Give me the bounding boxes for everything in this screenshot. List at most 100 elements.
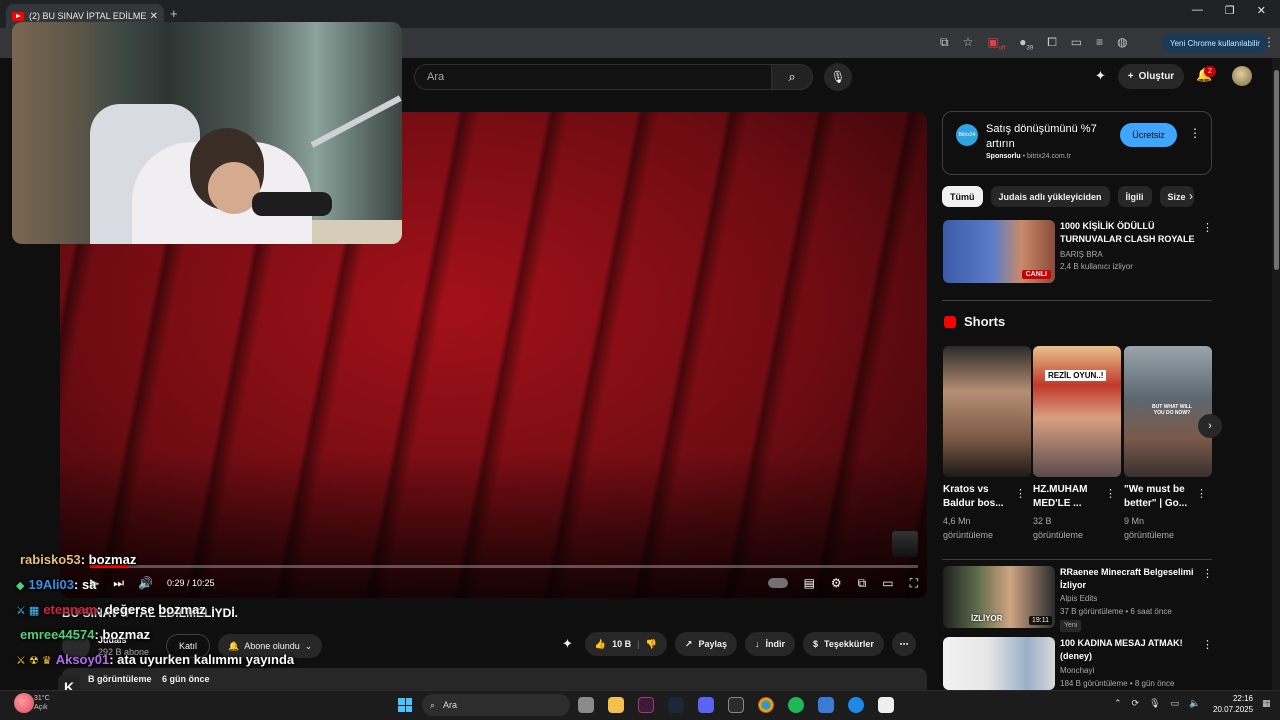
taskbar-search[interactable]: ⌕ Ara bbox=[422, 694, 570, 716]
notification-icon[interactable]: ▦ bbox=[1262, 698, 1271, 709]
scrollbar-thumb[interactable] bbox=[1274, 70, 1279, 270]
gear-icon[interactable]: ⚙ bbox=[831, 576, 842, 590]
description-box[interactable]: B görüntüleme 6 gün önce bbox=[62, 668, 927, 690]
discord-icon[interactable] bbox=[698, 697, 714, 713]
taskbar-clock[interactable]: 22:16 20.07.2025 bbox=[1213, 693, 1253, 715]
video-title[interactable]: RRaenee Minecraft Belgeselimi İzliyor bbox=[1060, 566, 1200, 592]
create-button[interactable]: + Oluştur bbox=[1118, 64, 1184, 89]
more-actions-button[interactable]: ⋯ bbox=[891, 632, 916, 656]
chat-user: 19Ali03 bbox=[28, 577, 75, 592]
video-channel[interactable]: BARIŞ BRA bbox=[1060, 249, 1103, 261]
short-title[interactable]: "We must be better" | Go... bbox=[1124, 483, 1198, 511]
extension-icon[interactable]: ▣off bbox=[987, 35, 1005, 51]
kebab-menu-icon[interactable]: ⋮ bbox=[1196, 487, 1207, 500]
chip-from-uploader[interactable]: Judais adlı yükleyiciden bbox=[990, 186, 1110, 207]
subtitles-icon[interactable]: ▤ bbox=[804, 576, 815, 590]
download-button[interactable]: ↓ İndir bbox=[744, 632, 795, 656]
video-channel[interactable]: Monchayi bbox=[1060, 665, 1094, 677]
kebab-menu-icon[interactable]: ⋮ bbox=[1105, 487, 1116, 500]
autoplay-toggle[interactable] bbox=[767, 578, 788, 588]
short-title[interactable]: HZ.MUHAM MED'LE ... bbox=[1033, 483, 1107, 511]
kebab-menu-icon[interactable]: ⋮ bbox=[1189, 126, 1201, 140]
chrome-icon[interactable] bbox=[758, 697, 774, 713]
maximize-button[interactable]: ❐ bbox=[1225, 4, 1235, 17]
shorts-next-button[interactable]: › bbox=[1198, 414, 1222, 438]
steam-icon[interactable] bbox=[668, 697, 684, 713]
chip-all[interactable]: Tümü bbox=[942, 186, 983, 207]
more-icon: ⋯ bbox=[899, 638, 909, 649]
ad-title[interactable]: Satış dönüşümünü %7 artırın bbox=[986, 122, 1106, 152]
kebab-menu-icon[interactable]: ⋮ bbox=[1263, 35, 1275, 49]
short-thumbnail[interactable]: REZİL OYUN..! bbox=[1033, 346, 1121, 477]
bookmark-star-icon[interactable]: ☆ bbox=[963, 35, 974, 51]
channel-watermark[interactable] bbox=[892, 531, 918, 557]
next-icon[interactable]: ⏭ bbox=[113, 576, 124, 591]
chevron-right-icon[interactable]: › bbox=[1189, 189, 1193, 203]
spark-icon[interactable]: ✦ bbox=[1095, 68, 1106, 84]
thumbs-down-icon[interactable]: 👎 bbox=[646, 639, 657, 650]
video-thumbnail[interactable]: İZLİYOR 19:11 bbox=[943, 566, 1055, 628]
chip-related[interactable]: İlgili bbox=[1117, 186, 1152, 207]
chevron-up-icon[interactable]: ⌃ bbox=[1114, 698, 1122, 709]
start-button[interactable] bbox=[398, 698, 412, 712]
miniplayer-icon[interactable]: ⧉ bbox=[858, 576, 867, 591]
chat-user: Aksoy01 bbox=[55, 652, 110, 667]
kebab-menu-icon[interactable]: ⋮ bbox=[1202, 221, 1213, 234]
spark-icon[interactable]: ✦ bbox=[562, 636, 573, 652]
cast-icon[interactable]: ⧉ bbox=[940, 35, 949, 51]
thanks-button[interactable]: $ Teşekkürler bbox=[802, 632, 884, 656]
puzzle-icon[interactable]: ⧠ bbox=[1047, 35, 1057, 51]
account-avatar[interactable] bbox=[1232, 66, 1252, 86]
sync-icon[interactable]: ⟳ bbox=[1132, 698, 1140, 709]
obs-icon[interactable] bbox=[728, 697, 744, 713]
capcut-icon[interactable] bbox=[878, 697, 894, 713]
network-icon[interactable]: ▭ bbox=[1171, 698, 1180, 709]
thumbs-up-icon: 👍 bbox=[594, 638, 607, 649]
voice-search-button[interactable]: 🎙 bbox=[824, 63, 852, 91]
kebab-menu-icon[interactable]: ⋮ bbox=[1015, 487, 1026, 500]
spotify-icon[interactable] bbox=[788, 697, 804, 713]
volume-icon[interactable]: 🔊 bbox=[138, 576, 153, 590]
chrome-update-button[interactable]: Yeni Chrome kullanılabilir bbox=[1162, 33, 1268, 53]
split-icon[interactable]: ▭ bbox=[1071, 35, 1082, 51]
thanks-icon: $ bbox=[812, 639, 818, 649]
video-channel[interactable]: Alpis Edits bbox=[1060, 593, 1097, 605]
task-view-icon[interactable] bbox=[578, 697, 594, 713]
fullscreen-icon[interactable]: ⛶ bbox=[910, 576, 918, 591]
extension-icon[interactable]: ●39 bbox=[1019, 35, 1033, 51]
video-title[interactable]: 1000 KİŞİLİK ÖDÜLLÜ TURNUVALAR CLASH ROY… bbox=[1060, 220, 1200, 246]
minimize-button[interactable]: — bbox=[1192, 4, 1203, 17]
video-title[interactable]: 100 KADINA MESAJ ATMAK! (deney) bbox=[1060, 637, 1200, 663]
theater-icon[interactable]: ▭ bbox=[882, 576, 893, 590]
short-thumbnail[interactable]: BUT WHAT WILL YOU DO NOW? bbox=[1124, 346, 1212, 477]
short-title[interactable]: Kratos vs Baldur bos... bbox=[943, 483, 1017, 511]
app-icon[interactable] bbox=[638, 697, 654, 713]
short-thumbnail[interactable] bbox=[943, 346, 1031, 477]
video-thumbnail[interactable]: CANLI bbox=[943, 220, 1055, 283]
divider bbox=[942, 559, 1212, 560]
media-icon[interactable]: ≡ bbox=[1096, 35, 1103, 51]
file-explorer-icon[interactable] bbox=[608, 697, 624, 713]
ad-cta-button[interactable]: Ücretsiz bbox=[1120, 123, 1177, 147]
new-tab-button[interactable]: + bbox=[170, 6, 178, 21]
clock-date: 20.07.2025 bbox=[1213, 705, 1254, 714]
progress-bar[interactable] bbox=[90, 565, 918, 568]
app-icon[interactable] bbox=[818, 697, 834, 713]
mic-icon[interactable]: 🎙 bbox=[1149, 698, 1160, 709]
search-button[interactable]: ⌕ bbox=[771, 64, 813, 90]
video-thumbnail[interactable] bbox=[943, 637, 1055, 690]
kebab-menu-icon[interactable]: ⋮ bbox=[1202, 567, 1213, 580]
like-button[interactable]: 👍 10 B | 👎 bbox=[584, 632, 667, 656]
webcam-overlay bbox=[12, 22, 402, 244]
profile-icon[interactable]: ◍ bbox=[1117, 35, 1127, 51]
chat-badge: ◆ bbox=[16, 580, 25, 592]
share-button[interactable]: ↗ Paylaş bbox=[674, 632, 737, 656]
weather-icon[interactable] bbox=[14, 693, 34, 713]
kebab-menu-icon[interactable]: ⋮ bbox=[1202, 638, 1213, 651]
close-tab-icon[interactable]: ✕ bbox=[150, 11, 158, 22]
speaker-icon[interactable]: 🔈 bbox=[1189, 698, 1200, 709]
edge-icon[interactable] bbox=[848, 697, 864, 713]
close-window-button[interactable]: ✕ bbox=[1257, 4, 1266, 17]
weather-widget[interactable]: 31°C Açık bbox=[34, 694, 50, 712]
search-input[interactable]: Ara bbox=[414, 64, 772, 90]
